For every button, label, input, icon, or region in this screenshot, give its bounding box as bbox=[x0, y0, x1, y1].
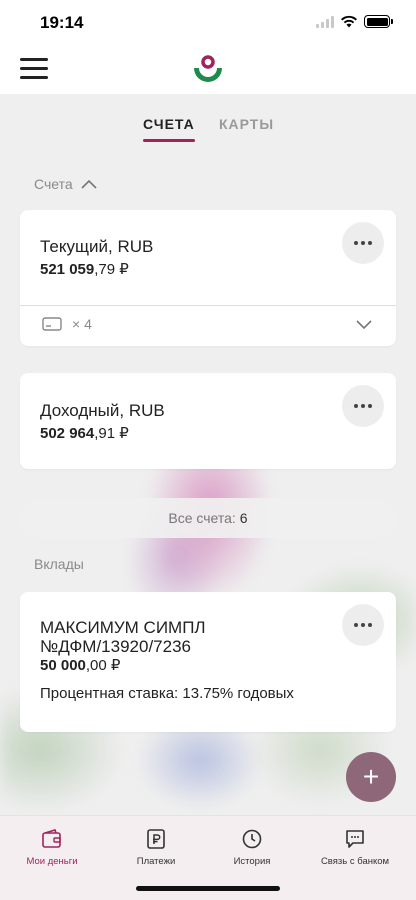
ruble-document-icon bbox=[147, 829, 165, 849]
deposits-section-label: Вклады bbox=[34, 556, 84, 572]
account-card-current[interactable]: Текущий, RUB 521 059,79 ₽ × 4 bbox=[20, 210, 396, 346]
nav-history[interactable]: История bbox=[200, 828, 304, 867]
status-time: 19:14 bbox=[40, 13, 84, 32]
nav-label: Мои деньги bbox=[26, 856, 78, 867]
account-title: Доходный, RUB bbox=[40, 401, 165, 420]
nav-label: Платежи bbox=[136, 856, 176, 867]
more-options-button[interactable] bbox=[342, 385, 384, 427]
add-button[interactable]: + bbox=[346, 752, 396, 802]
app-header bbox=[0, 46, 416, 94]
chevron-up-icon bbox=[81, 179, 97, 189]
linked-cards-row[interactable]: × 4 bbox=[42, 316, 92, 332]
divider bbox=[20, 305, 396, 306]
nav-contact-bank[interactable]: Связь с банком bbox=[303, 828, 407, 867]
nav-my-money[interactable]: Мои деньги bbox=[0, 828, 104, 867]
nav-label: История bbox=[233, 856, 271, 867]
menu-icon[interactable] bbox=[20, 58, 48, 80]
account-amount: 502 964,91 ₽ bbox=[40, 425, 129, 442]
account-title: Текущий, RUB bbox=[40, 237, 154, 256]
status-bar: 19:14 bbox=[0, 0, 416, 46]
clock-icon bbox=[242, 829, 262, 849]
bank-logo-icon bbox=[194, 55, 222, 82]
cards-count: × 4 bbox=[72, 316, 92, 332]
battery-icon bbox=[364, 15, 393, 28]
nav-label: Связь с банком bbox=[320, 856, 390, 867]
more-options-button[interactable] bbox=[342, 222, 384, 264]
card-icon bbox=[42, 317, 62, 331]
all-accounts-label: Все счета: bbox=[168, 510, 236, 526]
deposit-card[interactable]: МАКСИМУМ СИМПЛ №ДФМ/13920/7236 50 000,00… bbox=[20, 592, 396, 732]
accounts-section-toggle[interactable]: Счета bbox=[34, 176, 97, 192]
all-accounts-button[interactable]: Все счета: 6 bbox=[20, 498, 396, 538]
accounts-section-label: Счета bbox=[34, 176, 73, 192]
wallet-icon bbox=[42, 829, 61, 848]
tabs: СЧЕТА КАРТЫ bbox=[0, 116, 416, 150]
deposit-rate: Процентная ставка: 13.75% годовых bbox=[40, 685, 294, 702]
status-icons bbox=[316, 15, 393, 28]
wifi-icon bbox=[341, 15, 357, 28]
deposit-amount: 50 000,00 ₽ bbox=[40, 657, 121, 674]
tab-cards[interactable]: КАРТЫ bbox=[219, 116, 274, 132]
more-options-button[interactable] bbox=[342, 604, 384, 646]
deposit-title: МАКСИМУМ СИМПЛ №ДФМ/13920/7236 bbox=[40, 618, 206, 656]
chat-icon bbox=[346, 830, 364, 848]
home-indicator bbox=[136, 886, 280, 891]
nav-payments[interactable]: Платежи bbox=[104, 828, 208, 867]
tab-accounts[interactable]: СЧЕТА bbox=[143, 116, 195, 142]
chevron-down-icon[interactable] bbox=[356, 320, 372, 330]
account-amount: 521 059,79 ₽ bbox=[40, 261, 129, 278]
all-accounts-count: 6 bbox=[239, 510, 248, 526]
signal-icon bbox=[316, 15, 334, 28]
account-card-income[interactable]: Доходный, RUB 502 964,91 ₽ bbox=[20, 373, 396, 469]
